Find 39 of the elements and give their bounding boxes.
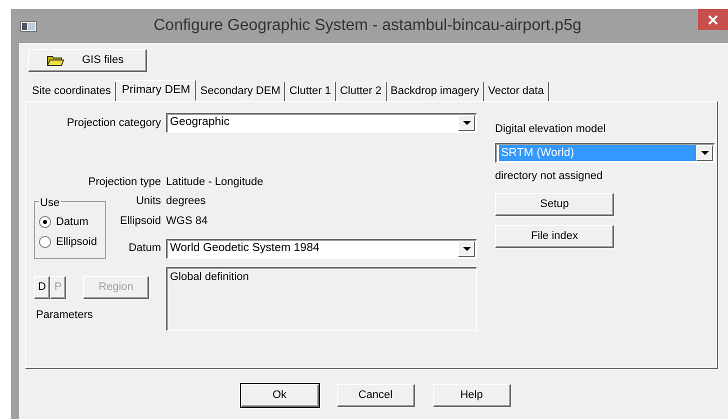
tab[interactable]: Secondary DEM [196, 82, 286, 101]
caret-icon [458, 241, 475, 257]
field-value: Latitude - Longitude [166, 174, 264, 190]
tab[interactable]: Backdrop imagery [386, 82, 484, 101]
dialog-button[interactable]: Cancel [336, 384, 414, 407]
app-icon [20, 20, 37, 32]
tab[interactable]: Clutter 2 [336, 82, 387, 101]
field-label: Ellipsoid [119, 214, 162, 229]
tab[interactable]: Vector data [484, 82, 549, 101]
radio-button[interactable] [39, 236, 51, 248]
gis-files-button[interactable]: GIS files [28, 49, 147, 72]
tab[interactable]: Primary DEM [116, 80, 196, 101]
folder-icon [47, 55, 64, 66]
radio-label[interactable]: Datum [56, 214, 88, 230]
dem-button[interactable]: Setup [495, 193, 614, 216]
field-label: Projection type [87, 174, 162, 190]
dialog-button[interactable]: Help [432, 384, 510, 407]
tab[interactable]: Clutter 1 [285, 82, 336, 101]
dem-button[interactable]: File index [495, 225, 614, 248]
caret-icon [696, 144, 713, 160]
window-title: Configure Geographic System - astambul-bincau-airport.p5g [152, 16, 582, 36]
field-label: Units [134, 194, 162, 209]
field-value: degrees [166, 194, 207, 209]
field-label: Datum [128, 240, 162, 256]
field-label: Projection category [66, 116, 162, 131]
field-value: WGS 84 [166, 214, 209, 229]
radio-button[interactable] [39, 216, 51, 228]
definition-text-area[interactable]: Global definition [166, 267, 477, 331]
close-button[interactable] [698, 9, 728, 30]
parameter-button[interactable]: D [34, 276, 50, 299]
field-label: Digital elevation model [495, 122, 607, 137]
datum-dropdown[interactable]: World Geodetic System 1984 [166, 239, 477, 259]
caret-icon [458, 115, 475, 131]
status-text: directory not assigned [495, 168, 604, 184]
projection-category-dropdown[interactable]: Geographic [166, 113, 477, 133]
close-icon [708, 14, 718, 24]
dialog-button[interactable]: Ok [240, 384, 318, 407]
radio-label[interactable]: Ellipsoid [56, 234, 97, 250]
parameters-label: Parameters [36, 308, 94, 323]
